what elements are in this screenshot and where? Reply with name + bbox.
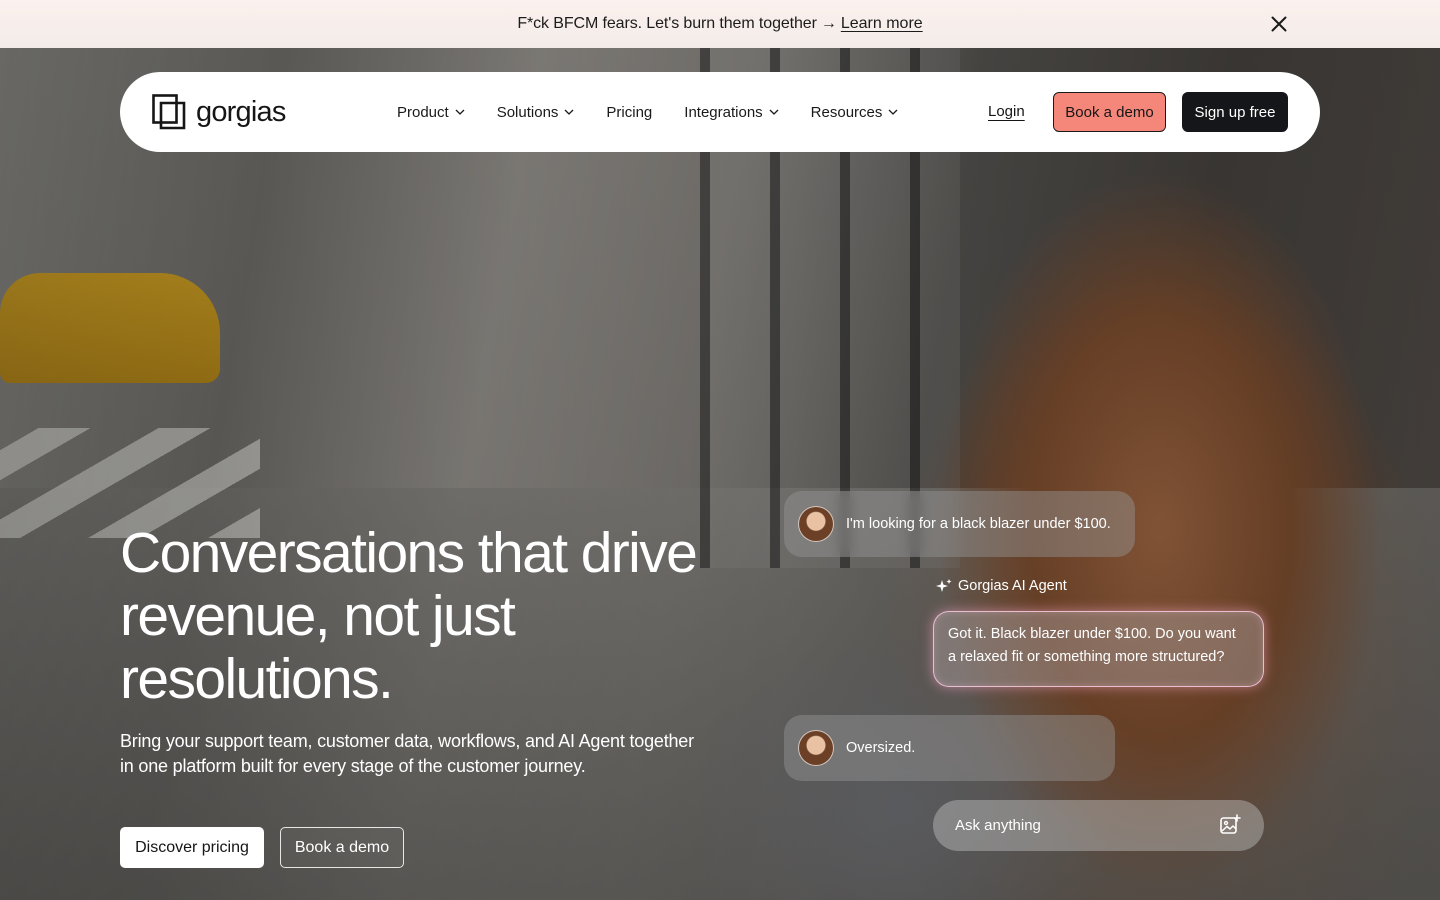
avatar bbox=[798, 506, 834, 542]
discover-pricing-button[interactable]: Discover pricing bbox=[120, 827, 264, 868]
nav-links: Product Solutions Pricing Integrations R… bbox=[397, 72, 930, 152]
ask-input-placeholder: Ask anything bbox=[955, 817, 1041, 834]
nav-item-label: Solutions bbox=[496, 103, 559, 121]
nav-item-label: Integrations bbox=[684, 103, 763, 121]
chevron-down-icon bbox=[888, 109, 898, 115]
user-message-bubble: I'm looking for a black blazer under $10… bbox=[784, 491, 1135, 557]
sparkle-icon bbox=[936, 579, 952, 592]
main-navigation: gorgias Product Solutions Pricing Integr… bbox=[120, 72, 1320, 152]
nav-item-resources[interactable]: Resources bbox=[811, 104, 899, 121]
gorgias-logo[interactable]: gorgias bbox=[152, 94, 286, 130]
nav-item-solutions[interactable]: Solutions bbox=[497, 104, 575, 121]
user-message-text: I'm looking for a black blazer under $10… bbox=[846, 516, 1111, 532]
gorgias-logo-icon bbox=[152, 94, 186, 130]
login-link[interactable]: Login bbox=[988, 103, 1025, 120]
hero-title: Conversations that drive revenue, not ju… bbox=[120, 521, 698, 711]
nav-item-product[interactable]: Product bbox=[397, 104, 465, 121]
ask-anything-input[interactable]: Ask anything bbox=[933, 800, 1264, 851]
agent-name: Gorgias AI Agent bbox=[958, 578, 1067, 594]
user-message-text: Oversized. bbox=[846, 740, 916, 756]
chevron-down-icon bbox=[455, 109, 465, 115]
sign-up-button[interactable]: Sign up free bbox=[1182, 92, 1288, 132]
avatar bbox=[798, 730, 834, 766]
nav-item-label: Pricing bbox=[606, 103, 653, 121]
agent-label: Gorgias AI Agent bbox=[936, 578, 1067, 594]
add-image-icon[interactable] bbox=[1219, 814, 1241, 836]
hero-book-demo-button[interactable]: Book a demo bbox=[280, 827, 404, 868]
hero-subtitle: Bring your support team, customer data, … bbox=[120, 731, 694, 776]
announcement-text: F*ck BFCM fears. Let's burn them togethe… bbox=[517, 15, 817, 32]
arrow-right-icon: → bbox=[820, 15, 837, 32]
agent-message-text: Got it. Black blazer under $100. Do you … bbox=[948, 626, 1236, 665]
chevron-down-icon bbox=[769, 109, 779, 115]
announcement-bar: F*ck BFCM fears. Let's burn them togethe… bbox=[0, 0, 1440, 48]
book-demo-button[interactable]: Book a demo bbox=[1053, 92, 1166, 132]
user-message-bubble: Oversized. bbox=[784, 715, 1115, 781]
chevron-down-icon bbox=[564, 109, 574, 115]
close-icon[interactable] bbox=[1268, 13, 1290, 35]
nav-item-label: Product bbox=[397, 103, 449, 121]
logo-wordmark: gorgias bbox=[196, 95, 286, 128]
nav-item-pricing[interactable]: Pricing bbox=[606, 104, 652, 121]
nav-item-label: Resources bbox=[810, 103, 883, 121]
nav-item-integrations[interactable]: Integrations bbox=[684, 103, 779, 121]
announcement-learn-more-link[interactable]: Learn more bbox=[841, 15, 923, 33]
agent-message-bubble: Got it. Black blazer under $100. Do you … bbox=[933, 611, 1264, 687]
